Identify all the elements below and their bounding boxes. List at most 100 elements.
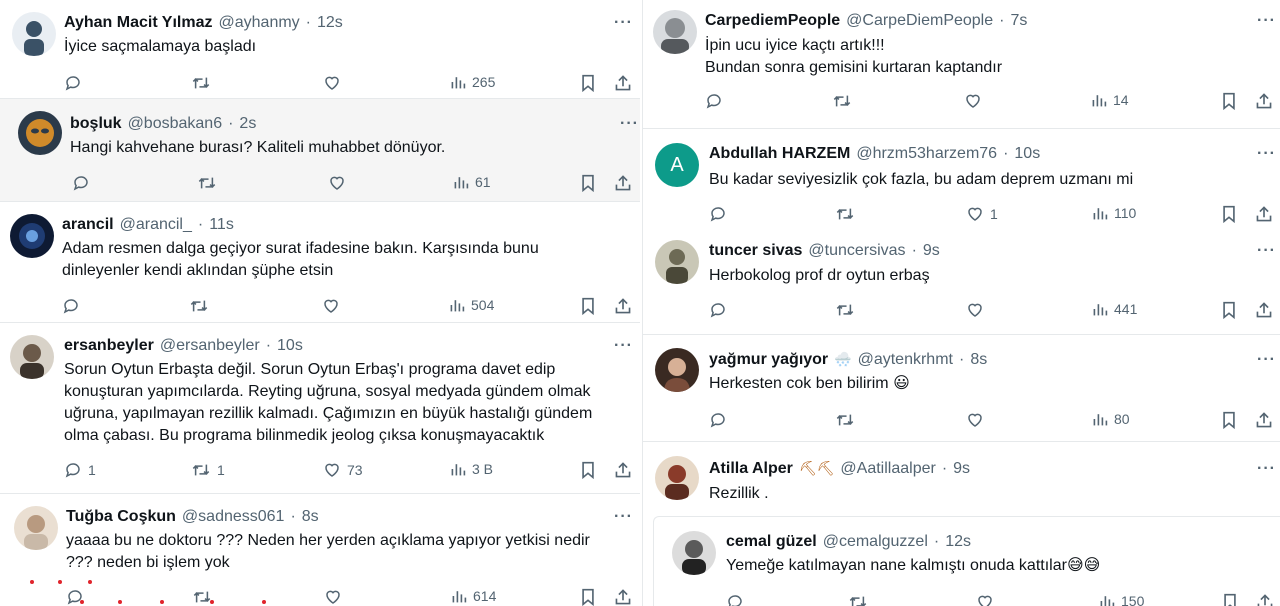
author-handle[interactable]: @sadness061 — [182, 508, 285, 526]
views-button[interactable]: 3 B — [450, 461, 493, 477]
reply-button[interactable] — [709, 205, 727, 223]
share-button[interactable] — [1255, 205, 1273, 223]
like-button[interactable] — [322, 297, 340, 315]
author-name[interactable]: cemal güzel — [726, 533, 817, 551]
avatar[interactable] — [18, 111, 62, 155]
tweet[interactable]: boşluk @bosbakan6 · 2s ··· Hangi kahveha… — [0, 99, 640, 201]
views-button[interactable]: 614 — [451, 588, 496, 604]
author-handle[interactable]: @CarpeDiemPeople — [846, 12, 993, 30]
views-button[interactable]: 150 — [1099, 593, 1144, 606]
more-icon[interactable]: ··· — [614, 509, 633, 525]
more-icon[interactable]: ··· — [614, 338, 633, 354]
author-name[interactable]: boşluk — [70, 115, 122, 133]
author-handle[interactable]: @hrzm53harzem76 — [856, 145, 997, 163]
avatar[interactable] — [10, 214, 54, 258]
tweet[interactable]: ersanbeyler @ersanbeyler · 10s ··· Sorun… — [0, 323, 640, 493]
bookmark-button[interactable] — [1221, 301, 1237, 319]
avatar[interactable]: A — [655, 143, 699, 187]
views-button[interactable]: 110 — [1092, 205, 1136, 221]
avatar[interactable] — [12, 12, 56, 56]
like-button[interactable] — [964, 92, 982, 110]
like-button[interactable] — [324, 588, 342, 606]
reply-button[interactable] — [709, 301, 727, 319]
bookmark-button[interactable] — [1221, 205, 1237, 223]
retweet-button[interactable] — [197, 174, 217, 192]
share-button[interactable] — [614, 588, 632, 606]
author-handle[interactable]: @arancil_ — [120, 216, 192, 234]
like-button[interactable]: 73 — [323, 461, 363, 479]
retweet-button[interactable] — [835, 301, 855, 319]
views-button[interactable]: 265 — [450, 74, 495, 90]
reply-button[interactable]: 1 — [64, 461, 96, 479]
views-button[interactable]: 504 — [449, 297, 494, 313]
timestamp[interactable]: 2s — [239, 115, 256, 133]
like-button[interactable] — [966, 301, 984, 319]
avatar[interactable] — [655, 240, 699, 284]
tweet[interactable]: CarpediemPeople @CarpeDiemPeople · 7s ··… — [643, 0, 1280, 128]
reply-button[interactable] — [72, 174, 90, 192]
more-icon[interactable]: ··· — [1257, 243, 1276, 259]
tweet[interactable]: A Abdullah HARZEM @hrzm53harzem76 · 10s … — [643, 129, 1280, 233]
bookmark-button[interactable] — [580, 461, 596, 479]
author-name[interactable]: tuncer sivas — [709, 242, 802, 260]
timestamp[interactable]: 10s — [277, 337, 303, 355]
retweet-button[interactable] — [189, 297, 209, 315]
author-name[interactable]: yağmur yağıyor — [709, 351, 828, 369]
avatar[interactable] — [653, 10, 697, 54]
author-handle[interactable]: @ersanbeyler — [160, 337, 260, 355]
author-handle[interactable]: @cemalguzzel — [823, 533, 928, 551]
more-icon[interactable]: ··· — [1257, 13, 1276, 29]
share-button[interactable] — [1256, 593, 1274, 606]
like-button[interactable]: 1 — [966, 205, 998, 223]
retweet-button[interactable] — [835, 411, 855, 429]
author-handle[interactable]: @Aatillaalper — [840, 460, 935, 478]
like-button[interactable] — [966, 411, 984, 429]
timestamp[interactable]: 8s — [302, 508, 319, 526]
tweet[interactable]: yağmur yağıyor 🌨️ @aytenkrhmt · 8s ··· H… — [643, 335, 1280, 441]
author-name[interactable]: CarpediemPeople — [705, 12, 840, 30]
timestamp[interactable]: 8s — [970, 351, 987, 369]
author-name[interactable]: Abdullah HARZEM — [709, 145, 850, 163]
quoted-reply[interactable]: cemal güzel @cemalguzzel · 12s Yemeğe ka… — [653, 516, 1280, 606]
bookmark-button[interactable] — [580, 174, 596, 192]
bookmark-button[interactable] — [580, 297, 596, 315]
tweet[interactable]: arancil @arancil_ · 11s Adam resmen dalg… — [0, 202, 640, 322]
author-handle[interactable]: @ayhanmy — [219, 14, 300, 32]
author-name[interactable]: ersanbeyler — [64, 337, 154, 355]
timestamp[interactable]: 10s — [1014, 145, 1040, 163]
bookmark-button[interactable] — [1221, 92, 1237, 110]
share-button[interactable] — [614, 297, 632, 315]
reply-button[interactable] — [62, 297, 80, 315]
timestamp[interactable]: 12s — [317, 14, 343, 32]
retweet-button[interactable]: 1 — [191, 461, 225, 479]
avatar[interactable] — [655, 456, 699, 500]
share-button[interactable] — [614, 461, 632, 479]
retweet-button[interactable] — [835, 205, 855, 223]
views-button[interactable]: 441 — [1092, 301, 1137, 317]
author-name[interactable]: arancil — [62, 216, 114, 234]
share-button[interactable] — [614, 74, 632, 92]
timestamp[interactable]: 12s — [945, 533, 971, 551]
share-button[interactable] — [1255, 411, 1273, 429]
reply-button[interactable] — [64, 74, 82, 92]
timestamp[interactable]: 9s — [953, 460, 970, 478]
views-button[interactable]: 14 — [1091, 92, 1129, 108]
more-icon[interactable]: ··· — [620, 116, 639, 132]
more-icon[interactable]: ··· — [1257, 352, 1276, 368]
like-button[interactable] — [976, 593, 994, 606]
author-handle[interactable]: @aytenkrhmt — [858, 351, 953, 369]
tweet[interactable]: Tuğba Coşkun @sadness061 · 8s ··· yaaaa … — [0, 494, 640, 606]
avatar[interactable] — [655, 348, 699, 392]
reply-button[interactable] — [705, 92, 723, 110]
retweet-button[interactable] — [832, 92, 852, 110]
tweet[interactable]: tuncer sivas @tuncersivas · 9s ··· Herbo… — [643, 234, 1280, 334]
share-button[interactable] — [1255, 301, 1273, 319]
avatar[interactable] — [10, 335, 54, 379]
retweet-button[interactable] — [192, 588, 212, 606]
share-button[interactable] — [614, 174, 632, 192]
tweet[interactable]: Atilla Alper ⛏⛏ @Aatillaalper · 9s ··· R… — [643, 442, 1280, 514]
like-button[interactable] — [323, 74, 341, 92]
avatar[interactable] — [14, 506, 58, 550]
more-icon[interactable]: ··· — [1257, 146, 1276, 162]
author-name[interactable]: Tuğba Coşkun — [66, 508, 176, 526]
